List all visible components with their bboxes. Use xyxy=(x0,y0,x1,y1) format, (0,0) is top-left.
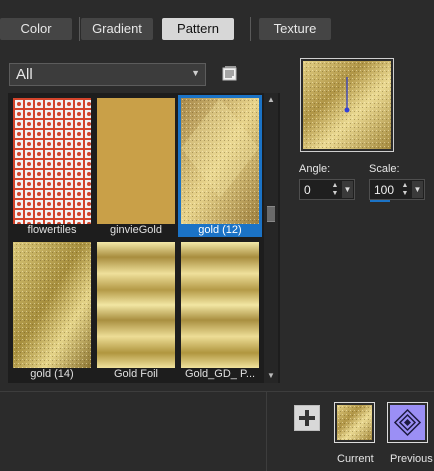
category-value: All xyxy=(16,66,33,83)
tab-divider xyxy=(250,17,251,41)
current-swatch[interactable] xyxy=(334,402,375,443)
scroll-thumb[interactable] xyxy=(267,206,275,222)
scroll-down-icon[interactable]: ▼ xyxy=(266,371,276,381)
tab-texture[interactable]: Texture xyxy=(259,18,331,40)
tab-color[interactable]: Color xyxy=(0,18,72,40)
previous-label: Previous xyxy=(390,453,433,465)
pattern-item-selected[interactable]: gold (12) xyxy=(178,95,262,237)
pattern-name: gold (12) xyxy=(198,224,242,236)
increment-icon[interactable]: ▲ xyxy=(330,182,340,189)
scale-input[interactable]: 100 ▲ ▼ ▼ xyxy=(369,179,425,202)
tab-divider xyxy=(79,17,80,41)
tab-gradient[interactable]: Gradient xyxy=(81,18,153,40)
decrement-icon[interactable]: ▼ xyxy=(330,190,340,197)
current-label: Current xyxy=(337,453,374,465)
pattern-item[interactable]: flowertiles xyxy=(10,95,94,237)
chevron-down-icon[interactable]: ▼ xyxy=(342,181,353,198)
pattern-item[interactable]: gold (14) xyxy=(10,239,94,381)
angle-input[interactable]: 0 ▲ ▼ ▼ xyxy=(299,179,355,200)
pattern-preview[interactable] xyxy=(300,58,394,152)
focus-indicator xyxy=(370,200,390,202)
chevron-down-icon[interactable]: ▼ xyxy=(412,181,423,198)
scroll-up-icon[interactable]: ▲ xyxy=(266,95,276,105)
tab-pattern[interactable]: Pattern xyxy=(162,18,234,40)
chevron-down-icon: ▼ xyxy=(191,68,200,78)
flowertiles-thumbnail xyxy=(13,98,91,224)
divider xyxy=(0,391,434,392)
pattern-name: flowertiles xyxy=(27,224,77,236)
previous-pattern xyxy=(390,405,425,440)
gold-gd-thumbnail xyxy=(181,242,259,368)
current-pattern xyxy=(337,405,372,440)
plus-icon xyxy=(299,410,315,426)
angle-label: Angle: xyxy=(299,163,331,175)
gold-foil-thumbnail xyxy=(97,242,175,368)
divider xyxy=(266,392,267,471)
increment-icon[interactable]: ▲ xyxy=(400,182,410,189)
pattern-item[interactable]: Gold Foil xyxy=(94,239,178,381)
folder-options-icon[interactable] xyxy=(222,65,238,81)
add-button[interactable] xyxy=(294,405,320,431)
pattern-name: Gold_GD_ P... xyxy=(184,368,256,380)
ginviegold-thumbnail xyxy=(97,98,175,224)
pattern-item[interactable]: Gold_GD_ P... xyxy=(178,239,262,381)
gold-12-thumbnail xyxy=(181,98,259,224)
grid-scrollbar[interactable]: ▲ ▼ xyxy=(264,93,278,383)
angle-value: 0 xyxy=(304,183,311,197)
scale-label: Scale: xyxy=(369,163,400,175)
category-dropdown[interactable]: All ▼ xyxy=(9,63,206,86)
preview-image xyxy=(303,61,391,149)
previous-swatch[interactable] xyxy=(387,402,428,443)
pattern-name: Gold Foil xyxy=(113,368,159,380)
pattern-name: gold (14) xyxy=(30,368,74,380)
pattern-name: ginvieGold xyxy=(110,224,162,236)
decrement-icon[interactable]: ▼ xyxy=(400,190,410,197)
gold-14-thumbnail xyxy=(13,242,91,368)
pattern-item[interactable]: ginvieGold xyxy=(94,95,178,237)
scale-value: 100 xyxy=(374,183,395,197)
